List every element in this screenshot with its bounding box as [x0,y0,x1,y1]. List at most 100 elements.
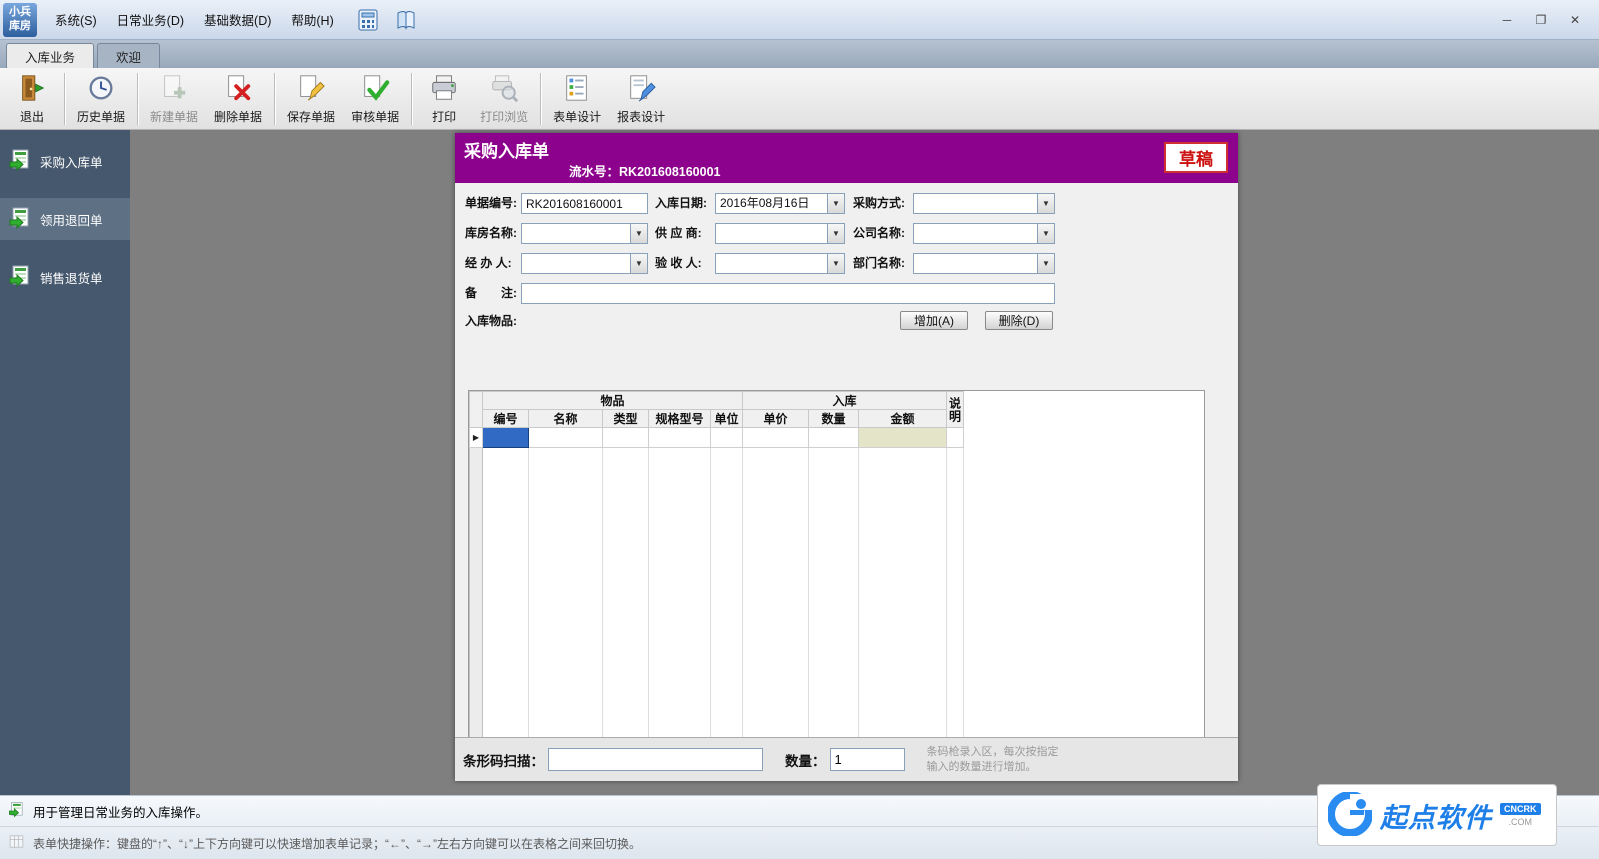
col-header-price: 单价 [743,410,809,428]
remark-label: 备 注: [465,283,517,304]
col-header-amount: 金额 [859,410,947,428]
save-pencil-icon [296,73,326,106]
grid-data-row: ▶ [470,428,964,448]
toolbar-separator [411,73,412,125]
cell-note[interactable] [947,428,964,448]
history-docs-button[interactable]: 历史单据 [69,71,133,127]
sidebar-item-purchase-inbound[interactable]: 采购入库单 [0,140,130,182]
add-row-button[interactable]: 增加(A) [900,311,968,330]
save-doc-label: 保存单据 [287,108,335,125]
app-logo: 小兵 库房 [3,3,37,37]
cncrk-logo-icon [1328,792,1372,839]
chevron-down-icon[interactable]: ▼ [1037,254,1054,273]
remark-input[interactable] [521,283,1055,304]
chevron-down-icon[interactable]: ▼ [1037,224,1054,243]
check-icon [360,73,390,106]
doc-green-arrow-icon [8,206,32,233]
watermark-chip: CNCRK [1500,803,1541,815]
tab-inbound-business[interactable]: 入库业务 [6,43,94,68]
barcode-qty-label: 数量： [785,750,826,770]
serial-number: 流水号：RK201608160001 [569,161,721,180]
menu-daily-business[interactable]: 日常业务(D) [107,5,194,34]
doc-no-input[interactable] [521,193,648,214]
toolbar-separator [274,73,275,125]
clock-icon [86,73,116,106]
handler-label: 经 办 人: [465,253,512,274]
purchase-method-value [914,194,1037,213]
delete-doc-button[interactable]: 删除单据 [206,71,270,127]
chevron-down-icon[interactable]: ▼ [1037,194,1054,213]
toolbar-separator [137,73,138,125]
department-combo[interactable]: ▼ [913,253,1055,274]
watermark-suffix: .COM [1509,817,1533,827]
tab-welcome[interactable]: 欢迎 [97,43,160,68]
menu-basic-data[interactable]: 基础数据(D) [194,5,281,34]
supplier-combo[interactable]: ▼ [715,223,845,244]
chevron-down-icon[interactable]: ▼ [630,224,647,243]
company-combo[interactable]: ▼ [913,223,1055,244]
delete-doc-label: 删除单据 [214,108,262,125]
inspector-label: 验 收 人: [655,253,702,274]
handler-value [522,254,630,273]
cell-unit[interactable] [711,428,743,448]
barcode-hint-line1: 条码枪录入区，每次按指定 [927,745,1059,760]
sidebar-item-label: 领用退回单 [40,210,103,229]
audit-doc-label: 审核单据 [351,108,399,125]
handler-combo[interactable]: ▼ [521,253,648,274]
inbound-date-combo[interactable]: 2016年08月16日 ▼ [715,193,845,214]
cell-spec[interactable] [649,428,711,448]
print-preview-icon [489,73,519,106]
warehouse-combo[interactable]: ▼ [521,223,648,244]
tab-bar: 入库业务 欢迎 [0,40,1599,68]
menu-help[interactable]: 帮助(H) [281,5,343,34]
printer-icon [429,73,459,106]
chevron-down-icon[interactable]: ▼ [630,254,647,273]
save-doc-button[interactable]: 保存单据 [279,71,343,127]
close-button[interactable]: ✕ [1561,10,1589,30]
sidebar-item-sales-return[interactable]: 销售退货单 [0,256,130,298]
form-title: 采购入库单 [464,137,549,162]
print-button[interactable]: 打印 [416,71,472,127]
chevron-down-icon[interactable]: ▼ [827,254,844,273]
app-window: 小兵 库房 系统(S) 日常业务(D) 基础数据(D) 帮助(H) ─ ❐ ✕ [0,0,1599,859]
status-text-2: 表单快捷操作：键盘的“↑”、“↓”上下方向键可以快速增加表单记录；“←”、“→”… [33,835,641,852]
col-header-unit: 单位 [711,410,743,428]
cell-qty[interactable] [809,428,859,448]
form-design-button[interactable]: 表单设计 [545,71,609,127]
inspector-combo[interactable]: ▼ [715,253,845,274]
chevron-down-icon[interactable]: ▼ [827,194,844,213]
exit-button[interactable]: 退出 [4,71,60,127]
sidebar: 采购入库单 领用退回单 销售退货单 [0,130,130,795]
cell-price[interactable] [743,428,809,448]
cell-name[interactable] [529,428,603,448]
barcode-strip: 条形码扫描： 数量： 条码枪录入区，每次按指定 输入的数量进行增加。 [455,737,1238,781]
new-doc-label: 新建单据 [150,108,198,125]
delete-row-button[interactable]: 删除(D) [985,311,1053,330]
col-header-type: 类型 [603,410,649,428]
print-preview-label: 打印浏览 [480,108,528,125]
menu-system[interactable]: 系统(S) [45,5,107,34]
audit-doc-button[interactable]: 审核单据 [343,71,407,127]
sidebar-item-requisition-return[interactable]: 领用退回单 [0,198,130,240]
serial-value: RK201608160001 [619,165,720,179]
purchase-method-combo[interactable]: ▼ [913,193,1055,214]
calculator-icon[interactable] [354,6,382,34]
inbound-items-label: 入库物品: [465,311,517,332]
barcode-scan-input[interactable] [548,748,763,771]
company-value [914,224,1037,243]
cell-amount[interactable] [859,428,947,448]
minimize-button[interactable]: ─ [1493,10,1521,30]
status-grid-icon [8,801,25,821]
supplier-value [716,224,827,243]
maximize-button[interactable]: ❐ [1527,10,1555,30]
cell-code-selected[interactable] [483,428,529,448]
report-design-button[interactable]: 报表设计 [609,71,673,127]
title-bar: 小兵 库房 系统(S) 日常业务(D) 基础数据(D) 帮助(H) ─ ❐ ✕ [0,0,1599,40]
inspector-value [716,254,827,273]
cell-type[interactable] [603,428,649,448]
barcode-qty-input[interactable] [830,748,905,771]
company-label: 公司名称: [853,223,905,244]
notebook-icon[interactable] [392,6,420,34]
chevron-down-icon[interactable]: ▼ [827,224,844,243]
group-header-note: 说明 [947,392,964,428]
